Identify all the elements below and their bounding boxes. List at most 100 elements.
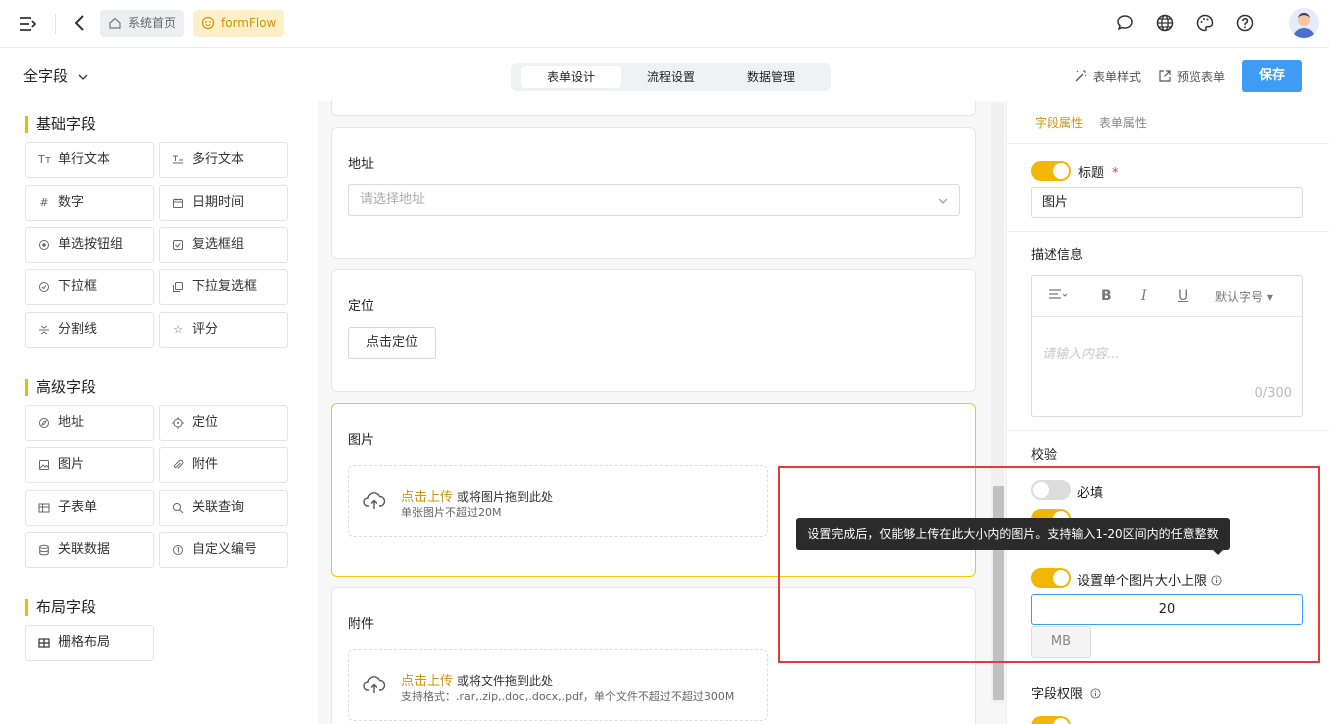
field-label: 评分 (192, 322, 219, 337)
bold-icon[interactable]: B (1101, 288, 1112, 304)
address-select[interactable]: 请选择地址 (348, 184, 960, 216)
back-icon[interactable] (70, 13, 90, 33)
title-toggle[interactable] (1031, 161, 1071, 181)
external-link-icon (1159, 70, 1171, 82)
character-count: 0/300 (1254, 386, 1292, 401)
field-divider[interactable]: 分割线 (25, 312, 154, 348)
align-icon[interactable] (1048, 287, 1068, 307)
preview-form-button[interactable]: 预览表单 (1158, 68, 1225, 85)
field-related-data[interactable]: 关联数据 (25, 532, 154, 568)
checkbox-icon (172, 239, 184, 251)
field-label: 定位 (192, 415, 219, 430)
editor-placeholder: 请输入内容... (1042, 347, 1120, 362)
upload-link[interactable]: 点击上传 (401, 490, 453, 505)
italic-icon[interactable]: I (1141, 288, 1147, 304)
field-label: 多行文本 (192, 152, 245, 167)
field-label: 下拉复选框 (192, 279, 258, 294)
field-multi-dropdown[interactable]: 下拉复选框 (159, 269, 288, 305)
database-icon (38, 544, 50, 556)
field-label: 图片 (58, 457, 85, 472)
field-multi-line-text[interactable]: 多行文本 (159, 142, 288, 178)
field-filter-dropdown[interactable]: 全字段 (23, 65, 89, 86)
field-label: 地址 (58, 415, 85, 430)
divider (1007, 430, 1329, 431)
tab-form-design[interactable]: 表单设计 (521, 66, 621, 88)
help-icon[interactable] (1235, 13, 1255, 33)
title-label: 标题 * (1078, 166, 1119, 181)
locate-button[interactable]: 点击定位 (348, 327, 436, 359)
text-icon: Tт (38, 153, 52, 166)
form-style-button[interactable]: 表单样式 (1074, 68, 1141, 85)
field-grid-layout[interactable]: 栅格布局 (25, 625, 154, 661)
breadcrumb-home[interactable]: 系统首页 (100, 10, 185, 37)
card-title: 定位 (348, 299, 375, 314)
field-label: 单行文本 (58, 152, 111, 167)
card-title: 附件 (348, 617, 375, 632)
save-button[interactable]: 保存 (1242, 60, 1302, 92)
cloud-upload-icon (363, 492, 385, 509)
description-editor[interactable]: B I U 默认字号 ▾ 请输入内容... 0/300 (1031, 275, 1303, 417)
field-checkbox-group[interactable]: 复选框组 (159, 227, 288, 263)
tab-data-management[interactable]: 数据管理 (721, 66, 821, 88)
globe-icon[interactable] (1155, 13, 1175, 33)
form-card-previous[interactable] (331, 101, 976, 116)
tab-form-properties[interactable]: 表单属性 (1099, 116, 1147, 130)
divider-icon (38, 324, 50, 336)
upload-link[interactable]: 点击上传 (401, 674, 453, 689)
divider (1007, 143, 1329, 144)
card-title: 图片 (348, 433, 375, 448)
info-icon[interactable] (1090, 688, 1101, 699)
form-card-address[interactable]: 地址 请选择地址 (331, 127, 976, 259)
chevron-down-icon (78, 74, 88, 80)
magic-wand-icon (1075, 70, 1087, 82)
avatar[interactable] (1289, 8, 1319, 38)
tab-field-properties[interactable]: 字段属性 (1035, 116, 1083, 130)
field-custom-number[interactable]: 自定义编号 (159, 532, 288, 568)
breadcrumb-home-label: 系统首页 (128, 16, 177, 30)
search-icon (172, 502, 184, 514)
field-address[interactable]: 地址 (25, 405, 154, 441)
upload-text: 或将文件拖到此处 (457, 674, 554, 688)
font-size-select[interactable]: 默认字号 ▾ (1215, 288, 1273, 305)
palette-icon[interactable] (1195, 13, 1215, 33)
breadcrumb-app[interactable]: formFlow (193, 10, 285, 37)
field-rating[interactable]: ☆ 评分 (159, 312, 288, 348)
table-icon (38, 502, 50, 514)
chat-icon[interactable] (1115, 13, 1135, 33)
annotation-highlight-box (778, 466, 1320, 663)
field-label: 分割线 (58, 322, 98, 337)
field-label: 复选框组 (192, 237, 245, 252)
field-label: 单选按钮组 (58, 237, 124, 252)
field-location[interactable]: 定位 (159, 405, 288, 441)
field-image[interactable]: 图片 (25, 447, 154, 483)
group-title-layout: 布局字段 (25, 599, 96, 616)
multiline-icon (172, 154, 184, 166)
field-single-line-text[interactable]: Tт 单行文本 (25, 142, 154, 178)
permission-toggle[interactable] (1031, 716, 1071, 724)
field-related-query[interactable]: 关联查询 (159, 490, 288, 526)
app-icon (201, 16, 215, 30)
field-dropdown[interactable]: 下拉框 (25, 269, 154, 305)
field-number[interactable]: # 数字 (25, 185, 154, 221)
field-subform[interactable]: 子表单 (25, 490, 154, 526)
group-title-advanced: 高级字段 (25, 379, 96, 396)
field-radio-group[interactable]: 单选按钮组 (25, 227, 154, 263)
address-placeholder: 请选择地址 (360, 192, 426, 207)
field-datetime[interactable]: 日期时间 (159, 185, 288, 221)
card-title: 地址 (348, 157, 375, 172)
calendar-icon (172, 197, 184, 209)
attachment-upload-area[interactable]: 点击上传 或将文件拖到此处 支持格式：.rar,.zip,.doc,.docx,.… (348, 649, 768, 721)
form-card-location[interactable]: 定位 点击定位 (331, 269, 976, 392)
image-upload-area[interactable]: 点击上传 或将图片拖到此处 单张图片不超过20M (348, 465, 768, 537)
field-attachment[interactable]: 附件 (159, 447, 288, 483)
underline-icon[interactable]: U (1178, 288, 1188, 304)
form-style-label: 表单样式 (1093, 70, 1142, 84)
multi-dropdown-icon (172, 281, 184, 293)
tab-flow-settings[interactable]: 流程设置 (621, 66, 721, 88)
hash-icon: # (39, 196, 49, 209)
top-bar: 系统首页 formFlow (0, 0, 1329, 48)
cloud-upload-icon (363, 676, 385, 693)
menu-icon[interactable] (18, 14, 38, 34)
title-input[interactable]: 图片 (1031, 187, 1303, 218)
field-label: 数字 (58, 195, 85, 210)
